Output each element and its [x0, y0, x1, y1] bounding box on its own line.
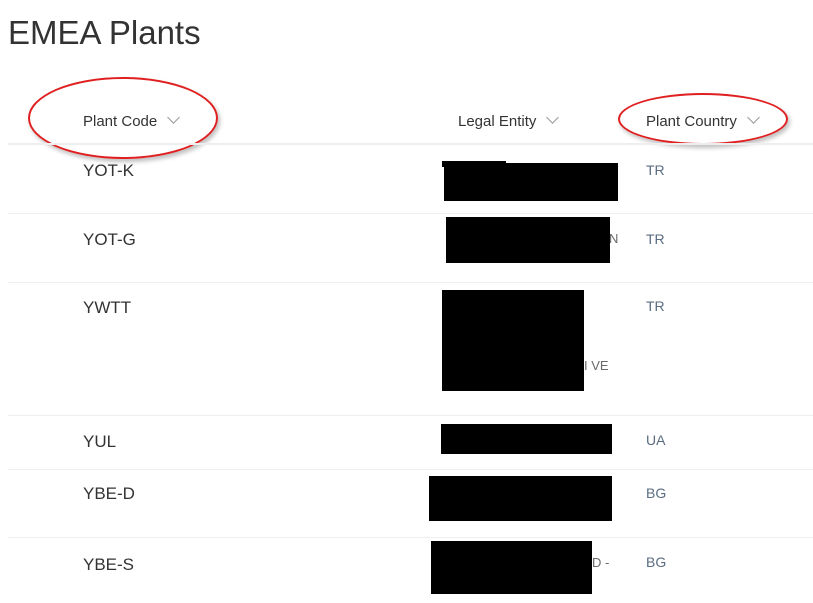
redaction-box [444, 163, 618, 201]
plant-code-cell: YBE-S [83, 555, 135, 574]
annotation-circle-plant-country [618, 93, 788, 145]
plant-country-cell: BG [646, 554, 667, 570]
redaction-box [441, 424, 612, 454]
redaction-box [442, 290, 584, 391]
redaction-box [446, 217, 610, 263]
redaction-box [431, 541, 592, 594]
page-title: EMEA Plants [8, 14, 201, 51]
column-label: Legal Entity [458, 113, 537, 130]
row-divider [8, 282, 813, 283]
legal-entity-cell: D - [592, 555, 610, 570]
annotation-circle-plant-code [28, 77, 218, 159]
plant-code-cell: YUL [83, 432, 117, 451]
plant-country-cell: TR [646, 298, 665, 314]
row-divider [8, 469, 813, 470]
row-divider [8, 415, 813, 416]
chevron-down-icon[interactable] [546, 111, 560, 124]
legal-entity-cell: N [609, 231, 619, 246]
plant-code-cell: YWTT [83, 298, 132, 317]
plant-code-cell: YOT-G [83, 230, 136, 249]
column-header-legal-entity[interactable]: Legal Entity [458, 111, 560, 130]
redaction-box [429, 476, 612, 521]
header-divider [8, 143, 813, 145]
plant-country-cell: TR [646, 162, 665, 178]
plant-code-cell: YBE-D [83, 484, 135, 503]
row-divider [8, 213, 813, 214]
plant-country-cell: UA [646, 432, 666, 448]
plant-country-cell: BG [646, 485, 667, 501]
plant-country-cell: TR [646, 231, 665, 247]
plant-code-cell: YOT-K [83, 161, 135, 180]
row-divider [8, 537, 813, 538]
legal-entity-cell: I VE [584, 358, 609, 373]
